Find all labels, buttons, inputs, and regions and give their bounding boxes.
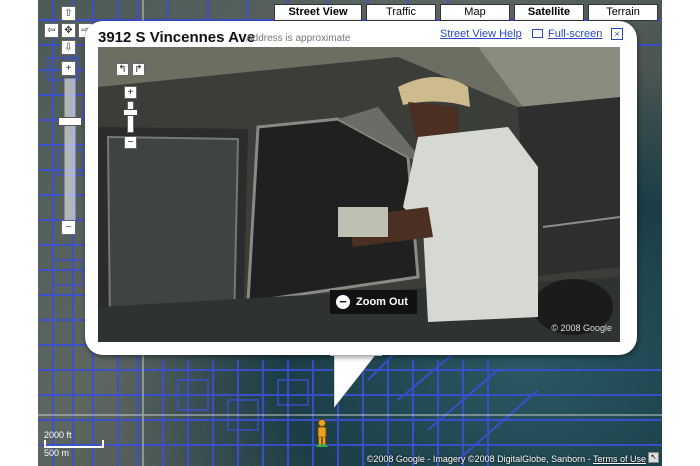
zoom-slider-thumb[interactable] — [58, 117, 82, 126]
pan-left-button[interactable]: ⇦ — [44, 23, 59, 38]
traffic-toggle[interactable]: Traffic — [366, 4, 436, 21]
pan-center-button[interactable]: ✥ — [61, 23, 76, 38]
zoom-slider-track[interactable] — [64, 78, 76, 222]
panorama-copyright: © 2008 Google — [551, 323, 612, 333]
zoom-out-button[interactable]: − Zoom Out — [330, 290, 417, 314]
map-copyright: ©2008 Google - Imagery ©2008 DigitalGlob… — [367, 454, 646, 464]
street-view-help-link[interactable]: Street View Help — [440, 28, 522, 40]
fullscreen-icon — [532, 29, 543, 38]
map-type-satellite[interactable]: Satellite — [514, 4, 584, 21]
scale-label-ft: 2000 ft — [44, 430, 72, 440]
scale-line — [44, 440, 104, 448]
address-title: 3912 S Vincennes Ave — [98, 29, 256, 46]
full-screen-link[interactable]: Full-screen — [532, 28, 602, 40]
overview-toggle-icon[interactable]: ↖ — [648, 452, 659, 463]
map-zoom-in-button[interactable]: + — [61, 61, 76, 76]
street-view-panorama[interactable]: ↰ ↱ + − − Zoom Out © 2008 Google — [98, 47, 620, 342]
info-window-tail — [330, 352, 382, 410]
street-view-info-window: 3912 S Vincennes Ave Address is approxim… — [85, 21, 637, 355]
pano-zoom-slider[interactable] — [127, 101, 134, 133]
map-type-terrain[interactable]: Terrain — [588, 4, 658, 21]
minus-circle-icon: − — [336, 295, 350, 309]
pan-up-button[interactable]: ⇧ — [61, 6, 76, 21]
map-zoom-out-button[interactable]: − — [61, 220, 76, 235]
rotate-right-icon[interactable]: ↱ — [132, 63, 145, 76]
pano-zoom-out-button[interactable]: − — [124, 136, 137, 149]
full-screen-label: Full-screen — [548, 28, 603, 40]
street-view-toggle[interactable]: Street View — [274, 4, 362, 21]
pegman-icon[interactable] — [315, 419, 329, 447]
pan-down-button[interactable]: ⇩ — [61, 40, 76, 55]
scale-label-m: 500 m — [44, 448, 70, 458]
rotate-left-icon[interactable]: ↰ — [116, 63, 129, 76]
zoom-out-label: Zoom Out — [356, 296, 408, 308]
scale-bar: 2000 ft 500 m — [44, 430, 104, 458]
pano-zoom-thumb[interactable] — [123, 109, 138, 116]
close-icon[interactable]: × — [611, 28, 623, 40]
map-type-map[interactable]: Map — [440, 4, 510, 21]
address-approx-note: Address is approximate — [246, 33, 351, 44]
pano-zoom-in-button[interactable]: + — [124, 86, 137, 99]
copyright-text: ©2008 Google - Imagery ©2008 DigitalGlob… — [366, 454, 593, 464]
map-type-controls: Street View Traffic Map Satellite Terrai… — [274, 4, 658, 21]
terms-of-use-link[interactable]: Terms of Use — [593, 454, 646, 464]
